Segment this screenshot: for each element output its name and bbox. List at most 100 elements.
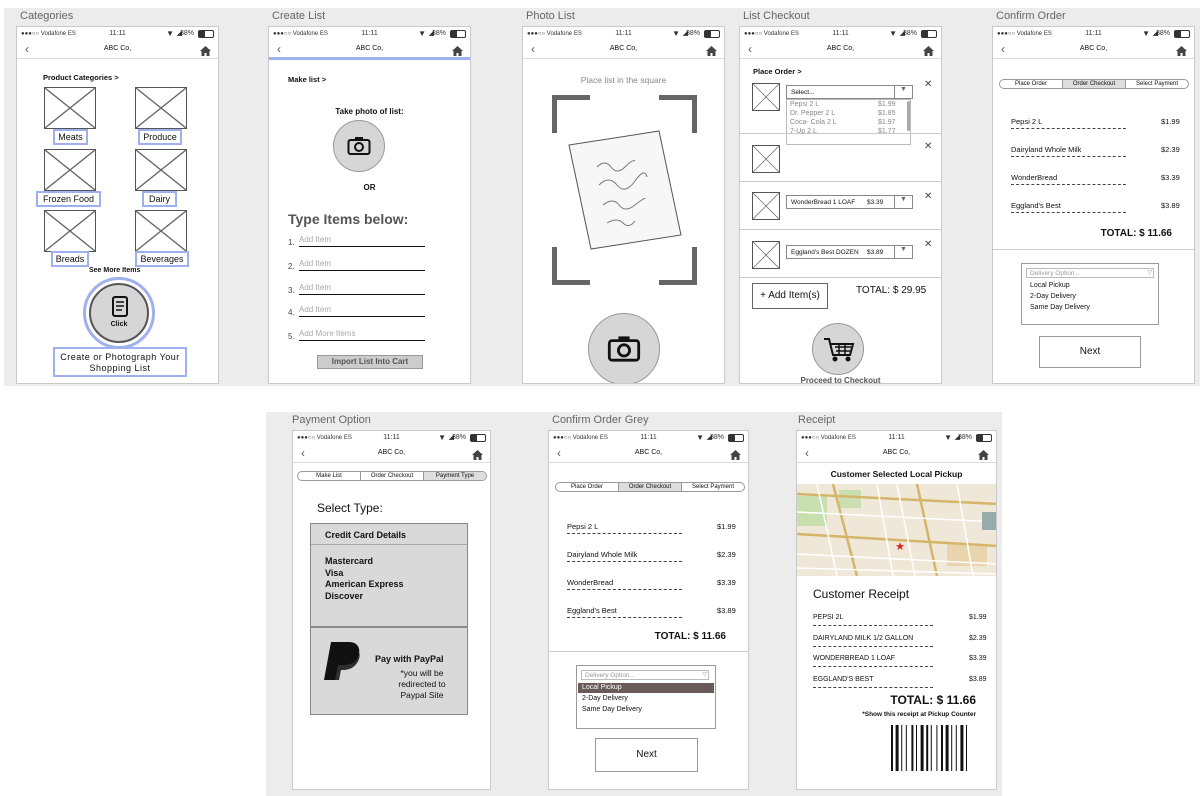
category-image-produce[interactable] (135, 87, 187, 129)
step-tab[interactable]: Order Checkout (1063, 80, 1126, 88)
add-item-input[interactable]: Add Item (299, 283, 425, 295)
checkout-cart-button[interactable] (812, 323, 864, 375)
board-payment-option: Payment Option ●●●○○ Vodafone ES 11:11 ▼ ◢ 3… (292, 414, 494, 796)
create-list-cta[interactable]: Create or Photograph Your Shopping List (53, 347, 187, 377)
image-placeholder-icon (135, 149, 187, 191)
category-breads[interactable]: Breads (51, 254, 89, 264)
delivery-select[interactable]: Delivery Option... ▽ (1026, 268, 1154, 278)
see-more-link[interactable]: See More Items (89, 267, 140, 274)
step-tab[interactable]: Select Payment (682, 483, 744, 491)
delivery-option[interactable]: Local Pickup (578, 683, 714, 693)
make-list-link[interactable]: Make list > (288, 75, 326, 84)
section-divider (549, 651, 748, 652)
category-frozen-food[interactable]: Frozen Food (36, 194, 101, 204)
add-item-input[interactable]: Add Item (299, 259, 425, 271)
select-option-name[interactable]: Dr. Pepper 2 L (790, 110, 835, 117)
next-button[interactable]: Next (1039, 336, 1141, 368)
checkout-steps[interactable]: Place Order Order Checkout Select Payment (999, 79, 1189, 89)
remove-item-icon[interactable]: ✕ (924, 141, 932, 152)
item-select[interactable]: Select... ▼ (786, 85, 913, 99)
place-order-link[interactable]: Place Order > (753, 67, 802, 76)
add-more-items-input[interactable]: Add More Items (299, 329, 425, 341)
category-image-meats[interactable] (44, 87, 96, 129)
add-item-input[interactable]: Add Item (299, 235, 425, 247)
camera-button[interactable] (333, 120, 385, 172)
delivery-option[interactable]: Same Day Delivery (1026, 303, 1154, 313)
step-tab[interactable]: Place Order (1000, 80, 1063, 88)
select-option-name[interactable]: 7-Up 2 L (790, 128, 817, 135)
add-item-input[interactable]: Add Item (299, 305, 425, 317)
dropdown-arrow[interactable]: ▼ (894, 86, 912, 98)
row-divider (740, 133, 941, 134)
home-icon[interactable] (923, 43, 934, 61)
options-scrollbar[interactable] (907, 101, 910, 131)
proceed-to-checkout-label[interactable]: Proceed to Checkout (740, 376, 941, 383)
capture-button[interactable] (588, 313, 660, 383)
panel-divider (311, 544, 467, 545)
select-option-name[interactable]: Pepsi 2 L (790, 101, 819, 108)
category-produce[interactable]: Produce (138, 132, 182, 142)
home-icon[interactable] (978, 447, 989, 465)
step-tab[interactable]: Order Checkout (619, 483, 682, 491)
category-image-beverages[interactable] (135, 210, 187, 252)
card-type-option[interactable]: Discover (325, 591, 404, 603)
select-option-price: $1.77 (878, 128, 896, 135)
delivery-option-dropdown[interactable]: Delivery Option... ▽ Local Pickup 2-Day Del… (576, 665, 716, 729)
paypal-logo-icon (324, 642, 360, 680)
category-image-breads[interactable] (44, 210, 96, 252)
home-icon[interactable] (472, 447, 483, 465)
select-option-name[interactable]: Coca- Cola 2 L (790, 119, 837, 126)
categories-heading[interactable]: Product Categories > (43, 73, 119, 82)
status-bar: ●●●○○ Vodafone ES 11:11 ▼ ◢ 38% (269, 27, 470, 41)
status-bar: ●●●○○ Vodafone ES 11:11 ▼ ◢ 38% (523, 27, 724, 41)
category-beverages[interactable]: Beverages (135, 254, 189, 264)
remove-item-icon[interactable]: ✕ (924, 239, 932, 250)
delivery-option-dropdown[interactable]: Delivery Option... ▽ Local Pickup 2-Day Del… (1021, 263, 1159, 325)
remove-item-icon[interactable]: ✕ (924, 191, 932, 202)
category-image-frozen[interactable] (44, 149, 96, 191)
row-divider (740, 229, 941, 230)
delivery-option[interactable]: Same Day Delivery (578, 705, 714, 715)
paypal-panel[interactable]: Pay with PayPal *you will be redirected … (310, 627, 468, 715)
category-dairy[interactable]: Dairy (142, 194, 177, 204)
credit-card-panel[interactable]: Credit Card Details Mastercard Visa Americ… (310, 523, 468, 627)
home-icon[interactable] (706, 43, 717, 61)
delivery-option[interactable]: 2-Day Delivery (1026, 292, 1154, 302)
chevron-down-icon[interactable]: ▽ (702, 671, 707, 678)
delivery-option[interactable]: Local Pickup (1026, 281, 1154, 291)
status-bar: ●●●○○ Vodafone ES 11:11 ▼ ◢ 38% (740, 27, 941, 41)
remove-item-icon[interactable]: ✕ (924, 79, 932, 90)
next-button[interactable]: Next (595, 738, 698, 772)
delivery-option[interactable]: 2-Day Delivery (578, 694, 714, 704)
add-items-button[interactable]: + Add Item(s) (752, 283, 828, 309)
delivery-select[interactable]: Delivery Option... ▽ (581, 670, 709, 680)
image-placeholder-icon (752, 145, 780, 173)
step-tab[interactable]: Place Order (556, 483, 619, 491)
chevron-down-icon[interactable]: ▽ (1147, 269, 1152, 276)
item-select[interactable]: WonderBread 1 LOAF $3.39 ▼ (786, 195, 913, 209)
delivery-placeholder: Delivery Option... (585, 672, 635, 679)
home-icon[interactable] (1176, 43, 1187, 61)
category-meats[interactable]: Meats (53, 132, 88, 142)
dropdown-arrow[interactable]: ▼ (894, 196, 912, 208)
home-icon[interactable] (730, 447, 741, 465)
wifi-icon: ▼ (1142, 29, 1150, 38)
card-type-option[interactable]: Mastercard (325, 556, 404, 568)
row-number: 2. (288, 262, 295, 271)
click-button[interactable]: Click (89, 283, 149, 343)
pickup-map[interactable]: ★ (797, 484, 997, 576)
step-tab[interactable]: Make List (298, 472, 361, 480)
card-type-option[interactable]: Visa (325, 568, 404, 580)
step-tab[interactable]: Payment Type (424, 472, 486, 480)
item-select[interactable]: Eggland's Best DOZEN $3.89 ▼ (786, 245, 913, 259)
checkout-steps[interactable]: Place Order Order Checkout Select Payment (555, 482, 745, 492)
category-image-dairy[interactable] (135, 149, 187, 191)
home-icon[interactable] (200, 43, 211, 61)
step-tab[interactable]: Order Checkout (361, 472, 424, 480)
item-divider (567, 617, 682, 618)
dropdown-arrow[interactable]: ▼ (894, 246, 912, 258)
step-tab[interactable]: Select Payment (1126, 80, 1188, 88)
card-type-option[interactable]: American Express (325, 579, 404, 591)
checkout-steps[interactable]: Make List Order Checkout Payment Type (297, 471, 487, 481)
import-list-button[interactable]: Import List Into Cart (317, 355, 423, 369)
